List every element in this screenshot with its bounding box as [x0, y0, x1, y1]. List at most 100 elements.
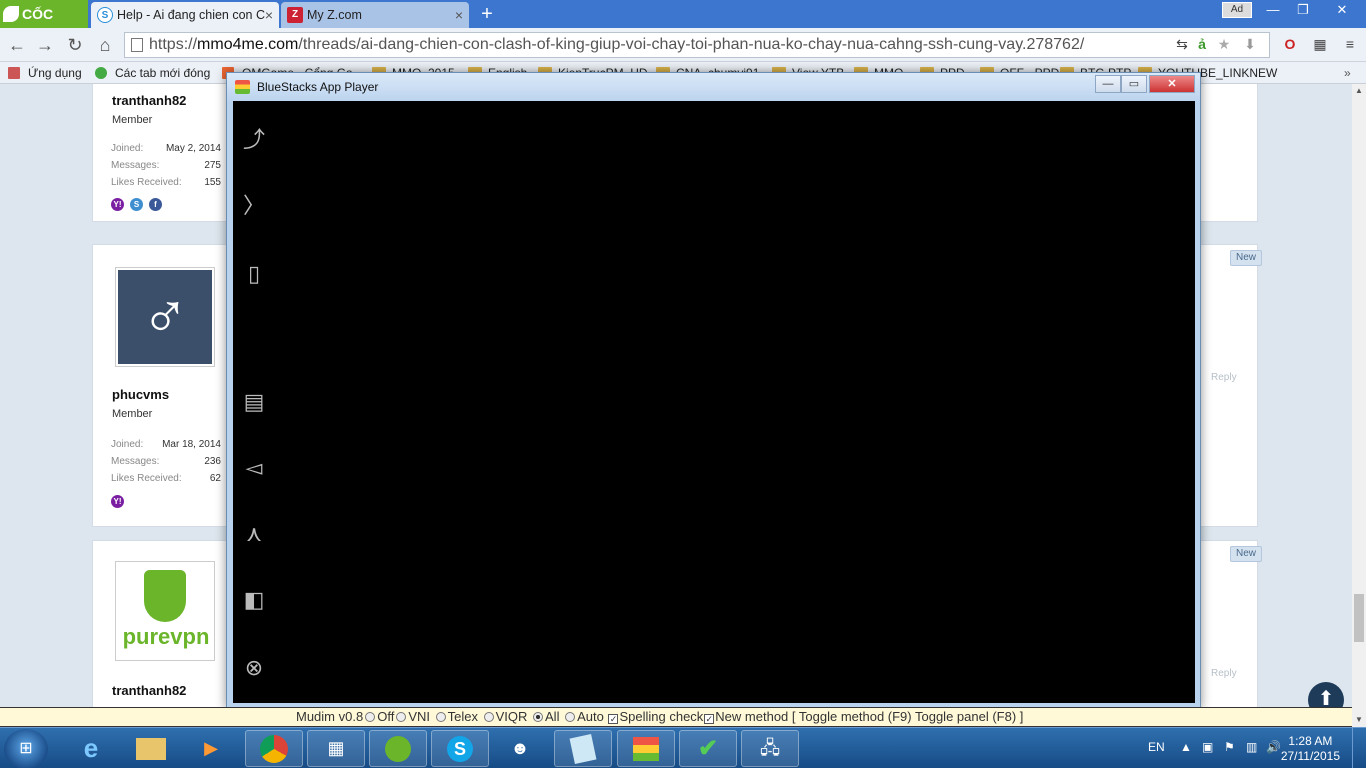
radio-auto[interactable]	[565, 712, 576, 722]
media-player-icon[interactable]: ▶	[182, 730, 240, 767]
close-tab-icon[interactable]: ×	[265, 2, 273, 28]
close-circle-icon[interactable]: ⊗	[243, 653, 265, 683]
close-window-button[interactable]: ✕	[1318, 0, 1366, 20]
messages-stat: Messages: 236	[111, 456, 221, 467]
scrollbar-thumb[interactable]	[1354, 594, 1364, 642]
reload-icon[interactable]: ↻	[64, 34, 86, 56]
home-icon[interactable]: ⌂	[94, 34, 116, 56]
ad-button[interactable]: Ad	[1222, 2, 1252, 18]
rotate-icon[interactable]: ◧	[243, 585, 265, 615]
bluestacks-taskbar-icon[interactable]	[617, 730, 675, 767]
network-app-icon[interactable]: 🖧	[741, 730, 799, 767]
yahoo-icon[interactable]: Y!	[111, 495, 124, 508]
username-link[interactable]: tranthanh82	[112, 93, 186, 108]
site-favicon-icon: S	[97, 7, 113, 23]
facebook-icon[interactable]: f	[149, 198, 162, 211]
share-icon[interactable]: ⋏	[243, 519, 265, 549]
user-role: Member	[112, 114, 153, 126]
mudim-toggle-links[interactable]: [ Toggle method (F9) Toggle panel (F8) ]	[792, 709, 1023, 724]
game-character-icon[interactable]: ☻	[491, 730, 549, 767]
bluestacks-minimize-button[interactable]: —	[1095, 75, 1121, 93]
avatar[interactable]: ♂	[115, 267, 215, 367]
purevpn-logo-text: purevpn	[122, 624, 210, 649]
page-icon	[131, 38, 143, 52]
network-icon[interactable]: ▥	[1246, 740, 1257, 754]
close-tab-icon[interactable]: ×	[455, 2, 463, 28]
start-button[interactable]: ⊞	[4, 729, 48, 768]
file-explorer-icon[interactable]	[122, 730, 180, 767]
radio-all[interactable]	[533, 712, 544, 722]
restore-window-button[interactable]: ❐	[1288, 0, 1318, 20]
address-bar[interactable]: https://mmo4me.com/threads/ai-dang-chien…	[124, 32, 1270, 58]
joined-stat: Joined: May 2, 2014	[111, 143, 221, 154]
skype-taskbar-icon[interactable]: S	[431, 730, 489, 767]
clock[interactable]: 1:28 AM 27/11/2015	[1281, 734, 1340, 764]
show-desktop-button[interactable]	[1352, 728, 1366, 768]
emulator-screen[interactable]: ⤴ 〉 ▯ ▤ ◅ ⋏ ◧ ⊗	[233, 101, 1195, 703]
location-icon[interactable]: ◅	[243, 453, 265, 483]
qr-code-icon[interactable]: ▦	[1310, 34, 1330, 54]
avatar[interactable]: purevpn	[115, 561, 215, 661]
new-tab-button[interactable]: +	[476, 3, 498, 25]
internet-explorer-icon[interactable]: e	[62, 730, 120, 767]
copy-files-icon[interactable]: ▯	[243, 259, 265, 289]
url-path: /threads/ai-dang-chien-con-clash-of-king…	[298, 36, 1085, 53]
tab-title: Help - Ai đang chien con C	[117, 8, 266, 22]
reply-link[interactable]: Reply	[1211, 372, 1237, 383]
bluestacks-close-button[interactable]: ✕	[1149, 75, 1195, 93]
username-link[interactable]: tranthanh82	[112, 683, 186, 698]
back-arrow-icon[interactable]: ←	[6, 34, 28, 56]
notepad-icon[interactable]	[554, 730, 612, 767]
page-scrollbar[interactable]: ▲ ▼	[1352, 84, 1366, 727]
zcom-favicon-icon: Z	[287, 7, 303, 23]
bookmark-recent-tabs[interactable]: Các tab mới đóng	[95, 65, 210, 81]
new-method-checkbox[interactable]: ✓	[704, 714, 715, 724]
username-link[interactable]: phucvms	[112, 387, 169, 402]
bluestacks-logo-icon	[235, 80, 250, 94]
download-icon[interactable]: ⬇	[1240, 34, 1260, 54]
back-tag-icon[interactable]: 〉	[243, 191, 265, 221]
radio-vni[interactable]	[396, 712, 407, 722]
tab-title: My Z.com	[307, 8, 362, 22]
translate-icon[interactable]: ⇆	[1172, 34, 1192, 54]
adblock-icon[interactable]: O	[1280, 34, 1300, 54]
coccoc-taskbar-icon[interactable]	[369, 730, 427, 767]
purevpn-shield-icon	[144, 570, 186, 622]
keyboard-icon[interactable]: ▤	[243, 387, 265, 417]
bookmark-apps[interactable]: Ứng dụng	[8, 65, 82, 81]
vietnamese-input-icon[interactable]: ả	[1192, 34, 1212, 54]
scroll-to-top-button[interactable]: ⬆	[1308, 682, 1344, 707]
coccoc-menu-button[interactable]: CỐC CỐC	[0, 0, 88, 50]
skype-icon[interactable]: S	[130, 198, 143, 211]
language-indicator[interactable]: EN	[1148, 740, 1165, 754]
shake-icon[interactable]: ⤴	[243, 125, 265, 155]
radio-viqr[interactable]	[483, 712, 494, 722]
scroll-up-arrow-icon[interactable]: ▲	[1352, 84, 1366, 98]
coccoc-leaf-icon	[3, 6, 19, 22]
device-icon[interactable]: ▣	[1202, 740, 1213, 754]
more-bookmarks-icon[interactable]: »	[1344, 65, 1351, 81]
bluestacks-titlebar[interactable]: BlueStacks App Player — ▭ ✕	[227, 73, 1200, 101]
tab-help[interactable]: S Help - Ai đang chien con C ×	[91, 2, 279, 28]
forward-arrow-icon[interactable]: →	[34, 34, 56, 56]
checkmark-app-icon[interactable]: ✔	[679, 730, 737, 767]
bluestacks-maximize-button[interactable]: ▭	[1121, 75, 1147, 93]
url-scheme: https://	[149, 36, 198, 53]
spelling-check-checkbox[interactable]: ✓	[608, 714, 619, 724]
chrome-icon[interactable]	[245, 730, 303, 767]
reply-link[interactable]: Reply	[1211, 668, 1237, 679]
bookmark-star-icon[interactable]: ★	[1214, 34, 1234, 54]
radio-off[interactable]	[365, 712, 376, 722]
control-panel-icon[interactable]: ▦	[307, 730, 365, 767]
new-badge: New	[1230, 250, 1262, 266]
messages-stat: Messages: 275	[111, 160, 221, 171]
volume-icon[interactable]: 🔊	[1266, 740, 1281, 754]
flag-icon[interactable]: ⚑	[1224, 740, 1235, 754]
radio-telex[interactable]	[435, 712, 446, 722]
yahoo-icon[interactable]: Y!	[111, 198, 124, 211]
menu-icon[interactable]: ≡	[1340, 34, 1360, 54]
tab-myz[interactable]: Z My Z.com ×	[281, 2, 469, 28]
minimize-window-button[interactable]: —	[1258, 0, 1288, 20]
show-hidden-icons-icon[interactable]: ▲	[1180, 740, 1192, 754]
scroll-down-arrow-icon[interactable]: ▼	[1352, 713, 1366, 727]
